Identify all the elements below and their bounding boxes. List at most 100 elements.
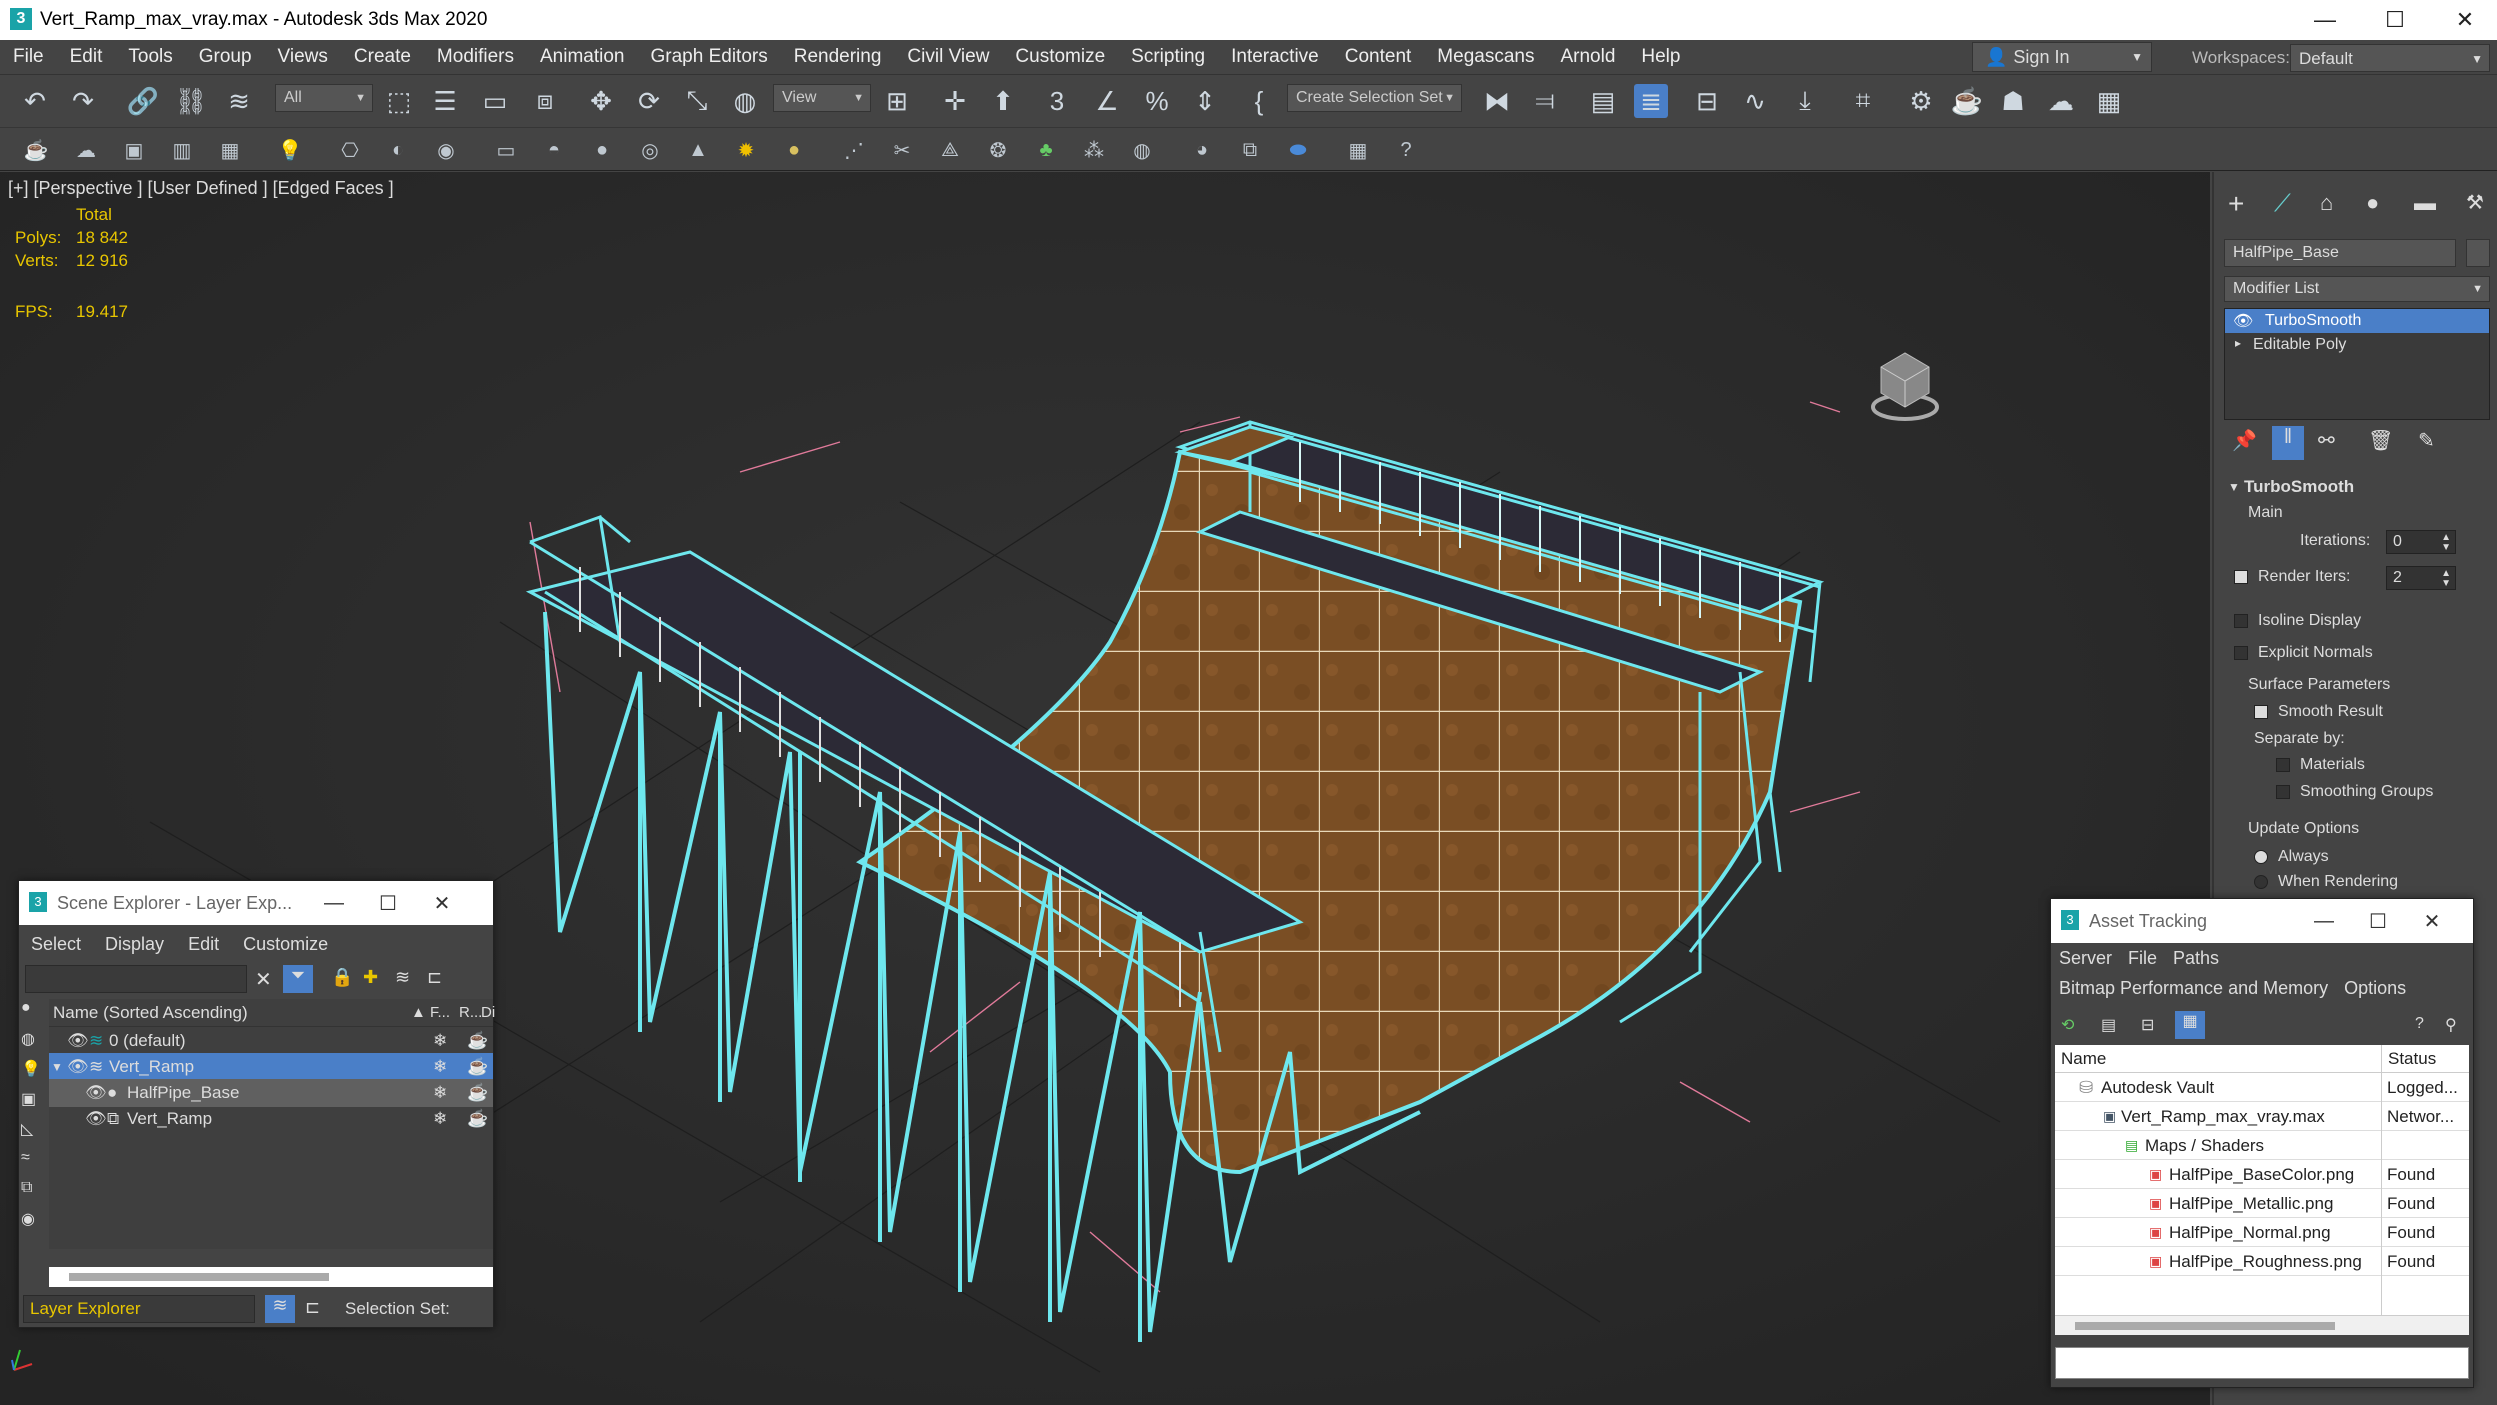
column-frozen[interactable]: ▲ F... <box>411 1004 450 1021</box>
column-name[interactable]: Name (Sorted Ascending) <box>53 1003 248 1023</box>
render-in-cloud-icon[interactable]: ☁ <box>2044 84 2078 118</box>
tree-row-halfpipe-base[interactable]: 👁 ● HalfPipe_Base ❄ ☕ <box>49 1079 493 1107</box>
spinner-arrows-icon[interactable]: ▲ ▼ <box>2441 533 2451 553</box>
menu-modifiers[interactable]: Modifiers <box>424 46 527 68</box>
curve-editor-icon[interactable]: ∿ <box>1738 84 1772 118</box>
menu-help[interactable]: Help <box>1628 46 1693 68</box>
select-manipulate-icon[interactable]: ✛ <box>938 84 972 118</box>
display-groups-icon[interactable]: ⧉ <box>21 1179 47 1209</box>
scene-explorer-titlebar[interactable]: 3 Scene Explorer - Layer Exp... — ☐ ✕ <box>19 881 493 925</box>
stack-item-editable-poly[interactable]: ▸ Editable Poly <box>2225 333 2489 357</box>
configure-modifier-sets-icon[interactable]: ✎ <box>2418 428 2435 453</box>
display-cameras-icon[interactable]: ▣ <box>21 1089 47 1119</box>
expand-arrow-icon[interactable]: ▸ <box>2235 336 2241 350</box>
menu-customize[interactable]: Customize <box>231 934 340 955</box>
render-setup-icon[interactable]: ⚙ <box>1904 84 1938 118</box>
place-icon[interactable]: ◍ <box>728 84 762 118</box>
freeze-icon[interactable]: ❄ <box>433 1109 447 1129</box>
explicit-normals-checkbox[interactable] <box>2234 645 2248 660</box>
asset-row-vault[interactable]: ⛁ Autodesk Vault Logged... <box>2055 1074 2469 1102</box>
hierarchy-icon[interactable]: ⊏ <box>427 967 442 988</box>
menu-arnold[interactable]: Arnold <box>1547 46 1628 68</box>
decal-icon[interactable]: ✂ <box>888 136 916 164</box>
smoothing-groups-checkbox[interactable] <box>2276 784 2290 799</box>
dope-sheet-icon[interactable]: ⤓ <box>1788 84 1822 118</box>
utilities-tab-icon[interactable]: ⚒ <box>2466 190 2484 215</box>
physcam-icon[interactable]: ◉ <box>432 136 460 164</box>
isoline-display-checkbox[interactable] <box>2234 613 2248 628</box>
align-icon[interactable]: ⫤ <box>1528 84 1562 118</box>
maximize-button[interactable]: ☐ <box>2355 899 2401 943</box>
light-icon[interactable]: 💡 <box>276 136 304 164</box>
proxy-icon[interactable]: ⟁ <box>936 136 964 164</box>
menu-bitmap-performance[interactable]: Bitmap Performance and Memory <box>2051 978 2336 999</box>
panel-icon[interactable]: ▥ <box>168 136 196 164</box>
close-button[interactable]: ✕ <box>419 881 465 925</box>
object-color-swatch[interactable] <box>2466 239 2490 267</box>
sun-icon[interactable]: ✹ <box>732 136 760 164</box>
menu-create[interactable]: Create <box>341 46 424 68</box>
modify-tab-icon[interactable]: ⟋ <box>2274 190 2291 218</box>
rotate-icon[interactable]: ⟳ <box>632 84 666 118</box>
display-none-icon[interactable]: ● <box>21 999 47 1029</box>
scatter-icon[interactable]: ⁂ <box>1080 136 1108 164</box>
rendered-frame-window-icon[interactable]: ☕ <box>1950 84 1984 118</box>
render-icon[interactable]: ☕ <box>467 1109 488 1129</box>
always-radio[interactable] <box>2254 849 2268 864</box>
frame-buffer-icon[interactable]: ⧉ <box>1236 136 1264 164</box>
asset-row-basecolor[interactable]: ▣ HalfPipe_BaseColor.png Found <box>2055 1161 2469 1189</box>
freeze-icon[interactable]: ❄ <box>433 1057 447 1077</box>
smooth-result-row[interactable]: Smooth Result <box>2254 703 2383 721</box>
menu-display[interactable]: Display <box>93 934 176 955</box>
eye-icon[interactable]: 👁 <box>2233 311 2253 331</box>
render-iters-spinner[interactable]: 2 ▲ ▼ <box>2386 566 2456 590</box>
camera-icon[interactable]: ⎔ <box>336 136 364 164</box>
display-tab-icon[interactable]: ▬ <box>2414 190 2436 216</box>
spinner-snap-icon[interactable]: ⇕ <box>1188 84 1222 118</box>
find-field[interactable] <box>25 965 247 993</box>
bind-space-warp-icon[interactable]: ≋ <box>222 84 256 118</box>
move-icon[interactable]: ✥ <box>584 84 618 118</box>
box-icon[interactable]: ▣ <box>120 136 148 164</box>
material-icon[interactable]: ◍ <box>1128 136 1156 164</box>
freeze-icon[interactable]: ❄ <box>433 1031 447 1051</box>
teapot-icon[interactable]: ☕ <box>22 136 50 164</box>
edit-named-selection-icon[interactable]: { <box>1242 84 1276 118</box>
vfb-icon[interactable]: ⬬ <box>1284 136 1312 164</box>
display-spacewarps-icon[interactable]: ≈ <box>21 1149 47 1179</box>
help-icon[interactable]: ? <box>1392 136 1420 164</box>
eye-icon[interactable]: 👁 <box>67 1031 89 1051</box>
menu-paths[interactable]: Paths <box>2165 948 2227 969</box>
render-iterative-icon[interactable]: ▦ <box>2092 84 2126 118</box>
filter-icon[interactable]: ⏷ <box>283 965 313 993</box>
lock-icon[interactable]: 🔒 <box>331 967 353 988</box>
undo-icon[interactable]: ↶ <box>18 84 52 118</box>
explicit-normals-row[interactable]: Explicit Normals <box>2234 644 2373 662</box>
maximize-button[interactable]: ☐ <box>2360 0 2430 40</box>
menu-file[interactable]: File <box>0 46 57 68</box>
unlink-icon[interactable]: ⛓ <box>174 84 208 118</box>
tree-row-vert-ramp-layer[interactable]: ▼ 👁 ≋ Vert_Ramp ❄ ☕ <box>49 1053 493 1081</box>
menu-graph-editors[interactable]: Graph Editors <box>638 46 781 68</box>
column-name[interactable]: Name <box>2061 1049 2106 1069</box>
always-row[interactable]: Always <box>2254 848 2329 866</box>
hierarchy-tab-icon[interactable]: ⌂ <box>2320 190 2333 216</box>
menu-content[interactable]: Content <box>1332 46 1425 68</box>
plant-icon[interactable]: ♣ <box>1032 136 1060 164</box>
new-layer-icon[interactable]: ✚ <box>363 967 378 988</box>
modifier-list-dropdown[interactable]: Modifier List ▼ <box>2224 276 2490 302</box>
asset-row-roughness[interactable]: ▣ HalfPipe_Roughness.png Found <box>2055 1248 2469 1276</box>
remove-modifier-icon[interactable]: 🗑 <box>2368 428 2393 453</box>
display-xrefs-icon[interactable]: ◉ <box>21 1209 47 1239</box>
help-icon[interactable]: ? <box>2415 1015 2424 1033</box>
minimize-button[interactable]: — <box>2290 0 2360 40</box>
eye-icon[interactable]: 👁 <box>67 1057 89 1077</box>
create-selection-set-dropdown[interactable]: Create Selection Set ▼ <box>1287 84 1462 112</box>
asset-row-max-file[interactable]: ▣ Vert_Ramp_max_vray.max Networ... <box>2055 1103 2469 1131</box>
plane-icon[interactable]: ▭ <box>492 136 520 164</box>
cone-icon[interactable]: ▲ <box>684 136 712 164</box>
layers-icon[interactable]: ≋ <box>395 967 410 988</box>
menu-scripting[interactable]: Scripting <box>1118 46 1218 68</box>
redo-icon[interactable]: ↷ <box>66 84 100 118</box>
scene-explorer-icon[interactable]: ⊟ <box>1690 84 1724 118</box>
